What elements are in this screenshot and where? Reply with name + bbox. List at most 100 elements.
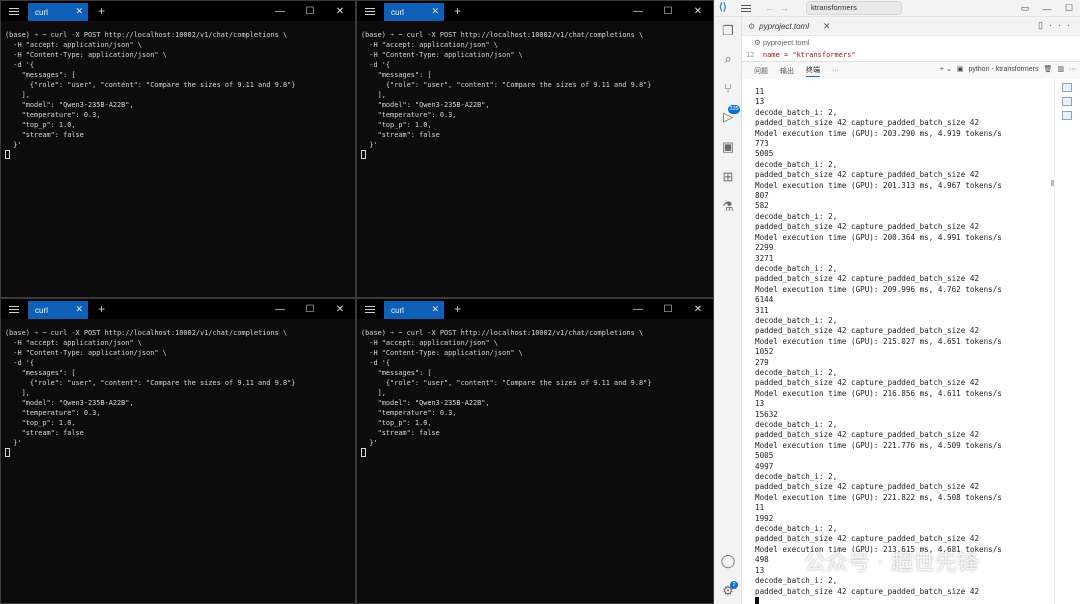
new-tab-icon[interactable]: + xyxy=(454,1,461,21)
output-line: 11 xyxy=(755,87,765,96)
minimize-button[interactable]: — xyxy=(623,299,653,319)
vscode-logo-icon: ⟨⟩ xyxy=(719,2,727,13)
maximize-button[interactable]: ☐ xyxy=(295,1,325,21)
command-line: "top_p": 1.0, xyxy=(5,121,76,129)
terminal-output[interactable]: (base) ➜ ~ curl -X POST http://localhost… xyxy=(357,21,713,160)
new-tab-icon[interactable]: + xyxy=(98,1,105,21)
command-line: {"role": "user", "content": "Compare the… xyxy=(361,81,652,89)
terminal-output[interactable]: (base) ➜ ~ curl -X POST http://localhost… xyxy=(1,319,355,458)
close-tab-icon[interactable]: ✕ xyxy=(75,6,83,17)
terminal-window-top-left[interactable]: curl ✕ + — ☐ ✕ (base) ➜ ~ curl -X POST h… xyxy=(0,0,356,298)
tab-output[interactable]: 输出 xyxy=(780,66,794,76)
layout-icon[interactable]: ▭ xyxy=(1014,0,1036,17)
output-line: decode_batch_i: 2, xyxy=(755,576,838,586)
command-line: ], xyxy=(361,389,386,397)
explorer-icon[interactable]: ❐ xyxy=(720,23,736,39)
maximize-button[interactable]: ☐ xyxy=(295,299,325,319)
more-tabs-icon[interactable]: ··· xyxy=(832,67,839,74)
terminal-instance-icon[interactable] xyxy=(1062,111,1072,120)
terminal-tab[interactable]: curl ✕ xyxy=(384,3,444,21)
terminal-tab[interactable]: curl ✕ xyxy=(28,3,88,21)
command-line: {"role": "user", "content": "Compare the… xyxy=(361,379,652,387)
minimize-button[interactable]: — xyxy=(623,1,653,21)
run-debug-icon[interactable]: ▷ xyxy=(720,109,736,125)
code-line[interactable]: 12 name = "ktransformers" xyxy=(742,50,1080,61)
tab-terminal[interactable]: 终端 xyxy=(806,65,820,77)
menu-icon[interactable] xyxy=(741,4,751,12)
new-terminal-icon[interactable]: + ⌄ xyxy=(940,65,952,73)
integrated-terminal-output[interactable]: 11 13 decode_batch_i: 2, padded_batch_si… xyxy=(742,79,1054,604)
terminal-instance-icon[interactable] xyxy=(1062,83,1072,92)
menu-icon[interactable] xyxy=(359,299,381,319)
menu-icon[interactable] xyxy=(3,1,25,21)
maximize-button[interactable]: ☐ xyxy=(653,1,683,21)
extensions-icon[interactable]: ⊞ xyxy=(720,169,736,185)
terminal-output[interactable]: (base) ➜ ~ curl -X POST http://localhost… xyxy=(1,21,355,160)
breadcrumb[interactable]: ⚙ pyproject.toml xyxy=(742,36,1080,50)
output-line: 13 xyxy=(755,565,765,575)
maximize-button[interactable]: ☐ xyxy=(1058,0,1080,17)
output-line: decode_batch_i: 2, xyxy=(755,472,838,482)
account-icon[interactable]: ◯ xyxy=(720,553,736,569)
terminal-tab-title: curl xyxy=(391,7,404,17)
command-line: }' xyxy=(361,439,378,447)
output-line: decode_batch_i: 2, xyxy=(755,524,838,534)
minimize-button[interactable]: — xyxy=(265,1,295,21)
tab-problems[interactable]: 问题 xyxy=(754,66,768,76)
minimize-button[interactable]: — xyxy=(265,299,295,319)
close-window-button[interactable]: ✕ xyxy=(325,1,355,21)
new-tab-icon[interactable]: + xyxy=(454,299,461,319)
command-line: -d '{ xyxy=(361,359,391,367)
editor-actions-icon[interactable]: ▯··· xyxy=(1038,20,1076,31)
command-line: "stream": false xyxy=(361,429,440,437)
menu-icon[interactable] xyxy=(3,299,25,319)
terminal-name[interactable]: python - ktransformers xyxy=(968,66,1038,73)
output-line: 5005 xyxy=(755,451,774,461)
split-icon[interactable]: ▥ xyxy=(1057,65,1064,73)
output-line: 1992 xyxy=(755,513,774,523)
nav-arrows-icon[interactable]: ←→ xyxy=(765,3,795,13)
testing-icon[interactable]: ⚗ xyxy=(720,199,736,215)
close-window-button[interactable]: ✕ xyxy=(683,299,713,319)
terminal-tab[interactable]: curl ✕ xyxy=(384,301,444,319)
terminal-window-bottom-left[interactable]: curl ✕ + — ☐ ✕ (base) ➜ ~ curl -X POST h… xyxy=(0,298,356,604)
command-line: "stream": false xyxy=(5,131,84,139)
trash-icon[interactable]: 🗑 xyxy=(1043,65,1052,73)
output-line: Model execution time (GPU): 221.776 ms, … xyxy=(755,440,1002,450)
command-line: {"role": "user", "content": "Compare the… xyxy=(5,379,296,387)
terminal-tab[interactable]: curl ✕ xyxy=(28,301,88,319)
new-tab-icon[interactable]: + xyxy=(98,299,105,319)
close-tab-icon[interactable]: ✕ xyxy=(75,304,83,315)
prompt-env: (base) xyxy=(5,31,35,39)
output-line: decode_batch_i: 2, xyxy=(755,315,838,325)
editor-tab-pyproject[interactable]: ⚙ pyproject.toml ✕ xyxy=(748,17,831,36)
terminal-instance-icon[interactable] xyxy=(1062,97,1072,106)
panel-header: 问题 输出 终端 ··· + ⌄ ▣ python - ktransformer… xyxy=(742,61,1080,79)
command-line: }' xyxy=(5,439,22,447)
output-line: 807 xyxy=(755,191,769,201)
close-tab-icon[interactable]: ✕ xyxy=(431,304,439,315)
source-control-icon[interactable]: ⑂ xyxy=(720,81,736,97)
command-line: "temperature": 0.3, xyxy=(361,111,457,119)
close-tab-icon[interactable]: ✕ xyxy=(431,6,439,17)
terminal-output[interactable]: (base) ➜ ~ curl -X POST http://localhost… xyxy=(357,319,713,458)
command-line: ], xyxy=(5,91,30,99)
terminal-window-bottom-right[interactable]: curl ✕ + — ☐ ✕ (base) ➜ ~ curl -X POST h… xyxy=(356,298,714,604)
minimize-button[interactable]: — xyxy=(1036,0,1058,17)
remote-explorer-icon[interactable]: ▣ xyxy=(720,139,736,155)
more-icon[interactable]: ··· xyxy=(1069,66,1076,73)
search-icon[interactable]: ⌕ xyxy=(720,51,736,67)
menu-icon[interactable] xyxy=(359,1,381,21)
maximize-button[interactable]: ☐ xyxy=(653,299,683,319)
close-window-button[interactable]: ✕ xyxy=(683,1,713,21)
command-line: "messages": [ xyxy=(5,71,76,79)
close-icon[interactable]: ✕ xyxy=(823,21,831,32)
command-line: -H "Content-Type: application/json" \ xyxy=(361,349,523,357)
prompt-env: (base) xyxy=(361,329,391,337)
command-center-search[interactable]: ktransformers xyxy=(806,1,902,15)
gear-icon[interactable]: ⚙ xyxy=(720,583,736,599)
output-line: 279 xyxy=(755,357,769,367)
terminal-window-top-right[interactable]: curl ✕ + — ☐ ✕ (base) ➜ ~ curl -X POST h… xyxy=(356,0,714,298)
command-line: -H "accept: application/json" \ xyxy=(5,41,142,49)
close-window-button[interactable]: ✕ xyxy=(325,299,355,319)
